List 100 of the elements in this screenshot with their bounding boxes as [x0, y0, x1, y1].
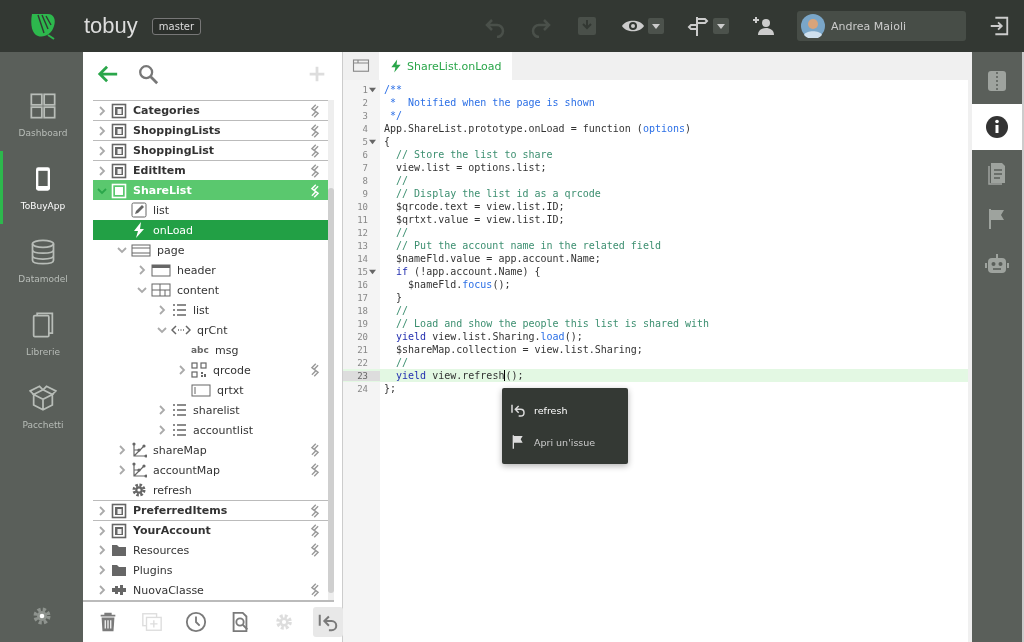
- nav-item[interactable]: Librerie: [0, 297, 83, 370]
- page-icon: [111, 182, 127, 199]
- tree-item[interactable]: NuovaClasse: [93, 580, 328, 600]
- user-menu[interactable]: Andrea Maioli: [797, 11, 966, 41]
- window-icon: [352, 57, 370, 75]
- return-button[interactable]: [313, 607, 343, 637]
- text-field-icon: [191, 382, 211, 398]
- code-line: $nameFld.value = app.account.Name;: [395, 253, 601, 264]
- chevron-down-icon: [136, 284, 148, 296]
- tree-item[interactable]: accountMap: [93, 460, 328, 480]
- nav-item[interactable]: Pacchetti: [0, 370, 83, 443]
- settings-icon: [273, 611, 295, 633]
- tree-item[interactable]: ShoppingLists: [93, 120, 328, 140]
- tree-item[interactable]: qrcode: [93, 360, 328, 380]
- page-icon: [111, 142, 127, 159]
- tree-item[interactable]: page: [93, 240, 328, 260]
- tree-item[interactable]: list: [93, 300, 328, 320]
- line-number: 7: [362, 162, 368, 173]
- logout-button[interactable]: [988, 15, 1010, 37]
- tree-item[interactable]: list: [93, 200, 328, 220]
- fold-caret-icon[interactable]: [369, 268, 376, 275]
- tree-item[interactable]: qrtxt: [93, 380, 328, 400]
- chevron-right-icon: [96, 524, 108, 537]
- chevron-right-icon: [116, 444, 128, 456]
- page-icon: [111, 102, 127, 119]
- line-number: 19: [357, 318, 368, 329]
- tree-item[interactable]: refresh: [93, 480, 328, 500]
- tree-item[interactable]: YourAccount: [93, 520, 328, 540]
- flag-icon: [510, 434, 526, 450]
- back-arrow-icon: [97, 63, 119, 85]
- box-icon: [29, 383, 57, 412]
- list-icon: [171, 402, 187, 418]
- code-line: };: [383, 383, 397, 394]
- code-line: // Put the account name in the related field: [395, 240, 661, 251]
- tree-item[interactable]: abc msg: [93, 340, 328, 360]
- line-number: 4: [362, 123, 368, 134]
- code-editor[interactable]: [343, 80, 968, 642]
- scrollbar[interactable]: [328, 100, 334, 600]
- dropdown-caret-icon[interactable]: [713, 18, 730, 34]
- grid-icon: [29, 91, 57, 120]
- code-line: $qrtxt.value = view.list.ID;: [395, 214, 565, 225]
- menu-item[interactable]: refresh: [502, 394, 628, 426]
- code-line: // Load and show the people this list is shared with: [395, 318, 710, 329]
- avatar: [801, 14, 826, 38]
- add-user-button[interactable]: [751, 14, 776, 38]
- line-number: 18: [357, 305, 368, 316]
- tree-item[interactable]: Resources: [93, 540, 328, 560]
- qr-code-icon: [191, 362, 207, 378]
- tree-item[interactable]: Categories: [93, 100, 328, 120]
- line-number: 3: [362, 110, 368, 121]
- line-number: 10: [357, 201, 368, 212]
- grid-layout-icon: [151, 282, 171, 298]
- dropdown-caret-icon[interactable]: [648, 18, 665, 34]
- folder-icon: [111, 562, 127, 578]
- line-number: 15: [357, 266, 368, 277]
- page-icon: [111, 502, 127, 519]
- gear-icon: [131, 482, 147, 498]
- code-line: }: [395, 292, 403, 303]
- code-line: //: [395, 357, 409, 368]
- code-line: /**: [383, 84, 403, 95]
- tree-item[interactable]: content: [93, 280, 328, 300]
- fold-caret-icon[interactable]: [369, 86, 376, 93]
- graph-icon: [131, 462, 147, 478]
- menu-item[interactable]: Apri un'issue: [502, 426, 628, 458]
- chevron-right-icon: [96, 164, 108, 177]
- code-line: * Notified when the page is shown: [389, 97, 595, 108]
- info-button[interactable]: [972, 104, 1022, 150]
- chevron-right-icon: [156, 424, 168, 436]
- nav-item[interactable]: Datamodel: [0, 224, 83, 297]
- tree-item[interactable]: accountlist: [93, 420, 328, 440]
- code-line: yield view.list.Sharing.load();: [395, 331, 583, 342]
- code-line: //: [395, 175, 409, 186]
- chevron-right-icon: [156, 404, 168, 416]
- tree-item[interactable]: PreferredItems: [93, 500, 328, 520]
- line-number: 9: [362, 188, 368, 199]
- tree-item[interactable]: ShoppingList: [93, 140, 328, 160]
- search-button[interactable]: [137, 63, 159, 85]
- tree-item[interactable]: header: [93, 260, 328, 280]
- tree-item[interactable]: Plugins: [93, 560, 328, 580]
- clock-icon: [185, 611, 207, 633]
- chevron-right-icon: [156, 304, 168, 316]
- back-button[interactable]: [97, 63, 119, 85]
- code-line: if (!app.account.Name) {: [395, 266, 541, 277]
- header-icon: [151, 262, 171, 278]
- tree-item[interactable]: qrCnt: [93, 320, 328, 340]
- chevron-down-icon: [116, 244, 128, 256]
- fold-caret-icon[interactable]: [369, 138, 376, 145]
- line-number: 24: [357, 383, 368, 394]
- database-icon: [29, 237, 57, 266]
- chevron-right-icon: [96, 144, 108, 157]
- pencil-icon: [131, 202, 147, 218]
- line-number: 14: [357, 253, 368, 264]
- tree-item[interactable]: shareMap: [93, 440, 328, 460]
- line-number: 13: [357, 240, 368, 251]
- line-number: 1: [362, 84, 368, 95]
- nav-item[interactable]: Dashboard: [0, 78, 83, 151]
- line-number: 21: [357, 344, 368, 355]
- signpost-button[interactable]: [686, 14, 730, 38]
- signpost-icon: [686, 14, 711, 38]
- tree-item[interactable]: sharelist: [93, 400, 328, 420]
